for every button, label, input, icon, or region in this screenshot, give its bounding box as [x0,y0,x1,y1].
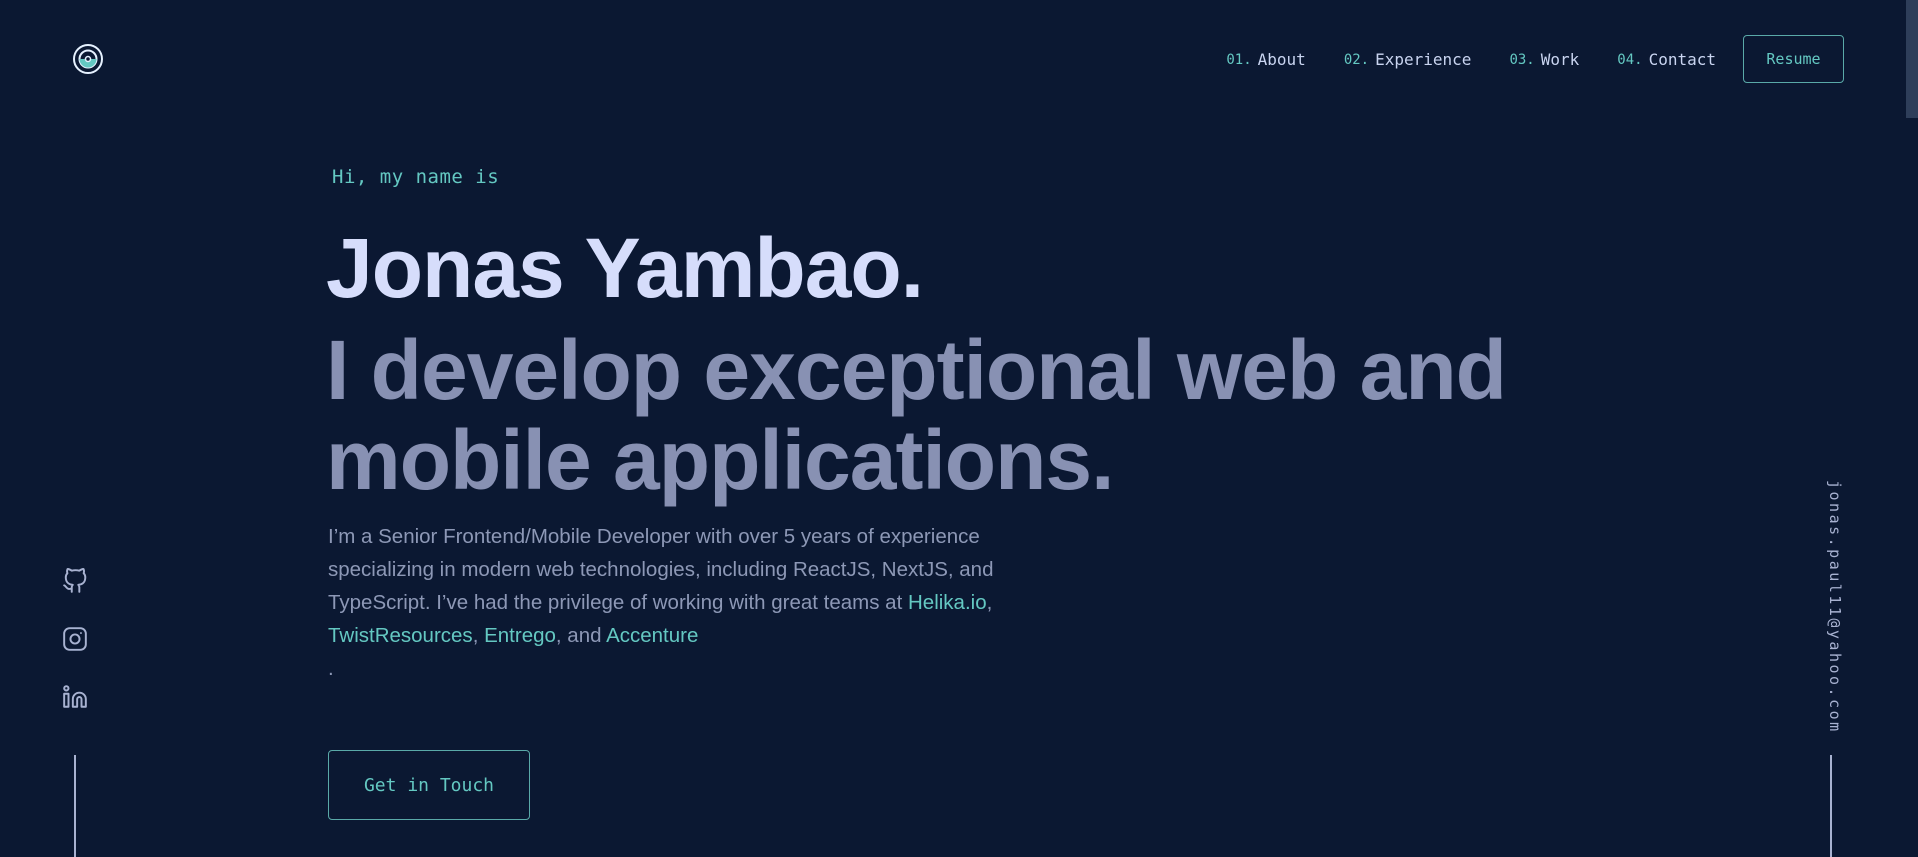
instagram-icon[interactable] [61,625,89,653]
nav-item-contact[interactable]: 04. Contact [1617,50,1716,69]
nav-number: 01. [1226,51,1252,68]
greeting: Hi, my name is [332,166,500,188]
social-divider-line [74,755,76,857]
email-link[interactable]: jonas.paul11@yahoo.com [1814,480,1844,734]
nav-label: Experience [1375,50,1472,69]
nav-label: Work [1540,50,1580,69]
hero-name: Jonas Yambao. [326,221,924,315]
nav-number: 04. [1617,51,1643,68]
bio-end: . [328,657,334,680]
company-link-twistresources[interactable]: TwistResources [328,624,473,647]
bio-separator: , and [555,624,607,647]
github-icon[interactable] [61,567,89,595]
nav-item-about[interactable]: 01. About [1226,50,1305,69]
nav-number: 03. [1509,51,1535,68]
linkedin-icon[interactable] [61,683,89,711]
logo-icon[interactable] [72,43,104,75]
email-divider-line [1830,755,1832,857]
nav-label: About [1257,50,1306,69]
nav-item-work[interactable]: 03. Work [1509,50,1579,69]
nav-label: Contact [1648,50,1716,69]
company-link-entrego[interactable]: Entrego [484,624,556,647]
nav-item-experience[interactable]: 02. Experience [1344,50,1472,69]
bio-separator: , [986,591,993,614]
company-link-accenture[interactable]: Accenture [606,624,698,647]
scrollbar-thumb[interactable] [1906,0,1918,118]
get-in-touch-button[interactable]: Get in Touch [328,750,530,820]
bio-text: I’m a Senior Frontend/Mobile Developer w… [328,525,994,614]
resume-button[interactable]: Resume [1743,35,1844,83]
hero-tagline: I develop exceptional web and mobile app… [326,323,1507,507]
hero-bio: I’m a Senior Frontend/Mobile Developer w… [328,520,1008,685]
company-link-helika[interactable]: Helika.io [908,591,987,614]
bio-separator: , [472,624,485,647]
nav-number: 02. [1343,51,1370,68]
main-nav: 01. About 02. Experience 03. Work 04. Co… [1226,50,1716,69]
